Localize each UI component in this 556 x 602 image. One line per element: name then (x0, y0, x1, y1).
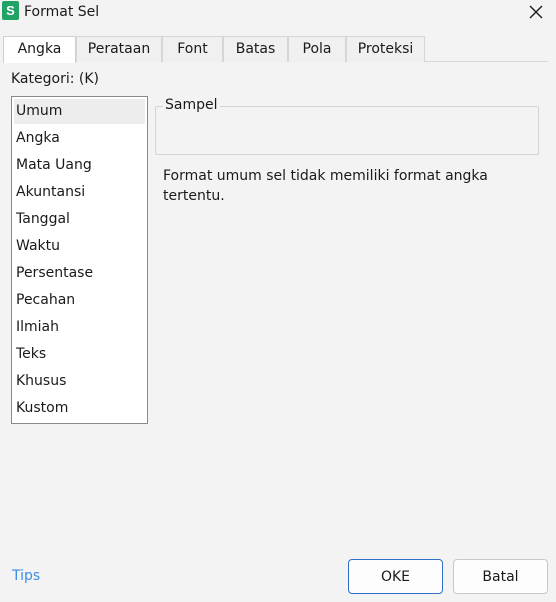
window-title: Format Sel (24, 4, 100, 20)
ok-button[interactable]: OKE (348, 559, 443, 594)
tab-proteksi[interactable]: Proteksi (346, 36, 425, 62)
tab-angka[interactable]: Angka (3, 36, 76, 63)
tips-link[interactable]: Tips (12, 567, 40, 585)
category-item-mata-uang[interactable]: Mata Uang (14, 153, 145, 178)
category-list[interactable]: Umum Angka Mata Uang Akuntansi Tanggal W… (11, 96, 148, 424)
category-item-tanggal[interactable]: Tanggal (14, 207, 145, 232)
category-item-khusus[interactable]: Khusus (14, 369, 145, 394)
category-item-waktu[interactable]: Waktu (14, 234, 145, 259)
sample-legend: Sampel (163, 96, 220, 114)
spreadsheet-app-icon: S (2, 1, 19, 20)
tab-batas[interactable]: Batas (223, 36, 288, 62)
category-item-angka[interactable]: Angka (14, 126, 145, 151)
close-button[interactable] (524, 1, 548, 23)
category-item-akuntansi[interactable]: Akuntansi (14, 180, 145, 205)
cancel-button[interactable]: Batal (453, 559, 548, 594)
category-item-ilmiah[interactable]: Ilmiah (14, 315, 145, 340)
tab-font[interactable]: Font (162, 36, 223, 62)
format-description: Format umum sel tidak memiliki format an… (163, 168, 488, 204)
category-item-teks[interactable]: Teks (14, 342, 145, 367)
tab-bar: Angka Perataan Font Batas Pola Proteksi (3, 36, 553, 63)
close-icon (529, 5, 543, 19)
category-item-umum[interactable]: Umum (14, 99, 145, 124)
kategori-label: Kategori: (K) (11, 71, 99, 87)
tab-perataan[interactable]: Perataan (76, 36, 162, 62)
category-item-kustom[interactable]: Kustom (14, 396, 145, 421)
tab-pola[interactable]: Pola (288, 36, 346, 62)
category-item-pecahan[interactable]: Pecahan (14, 288, 145, 313)
title-bar: S Format Sel (0, 0, 556, 24)
category-item-persentase[interactable]: Persentase (14, 261, 145, 286)
